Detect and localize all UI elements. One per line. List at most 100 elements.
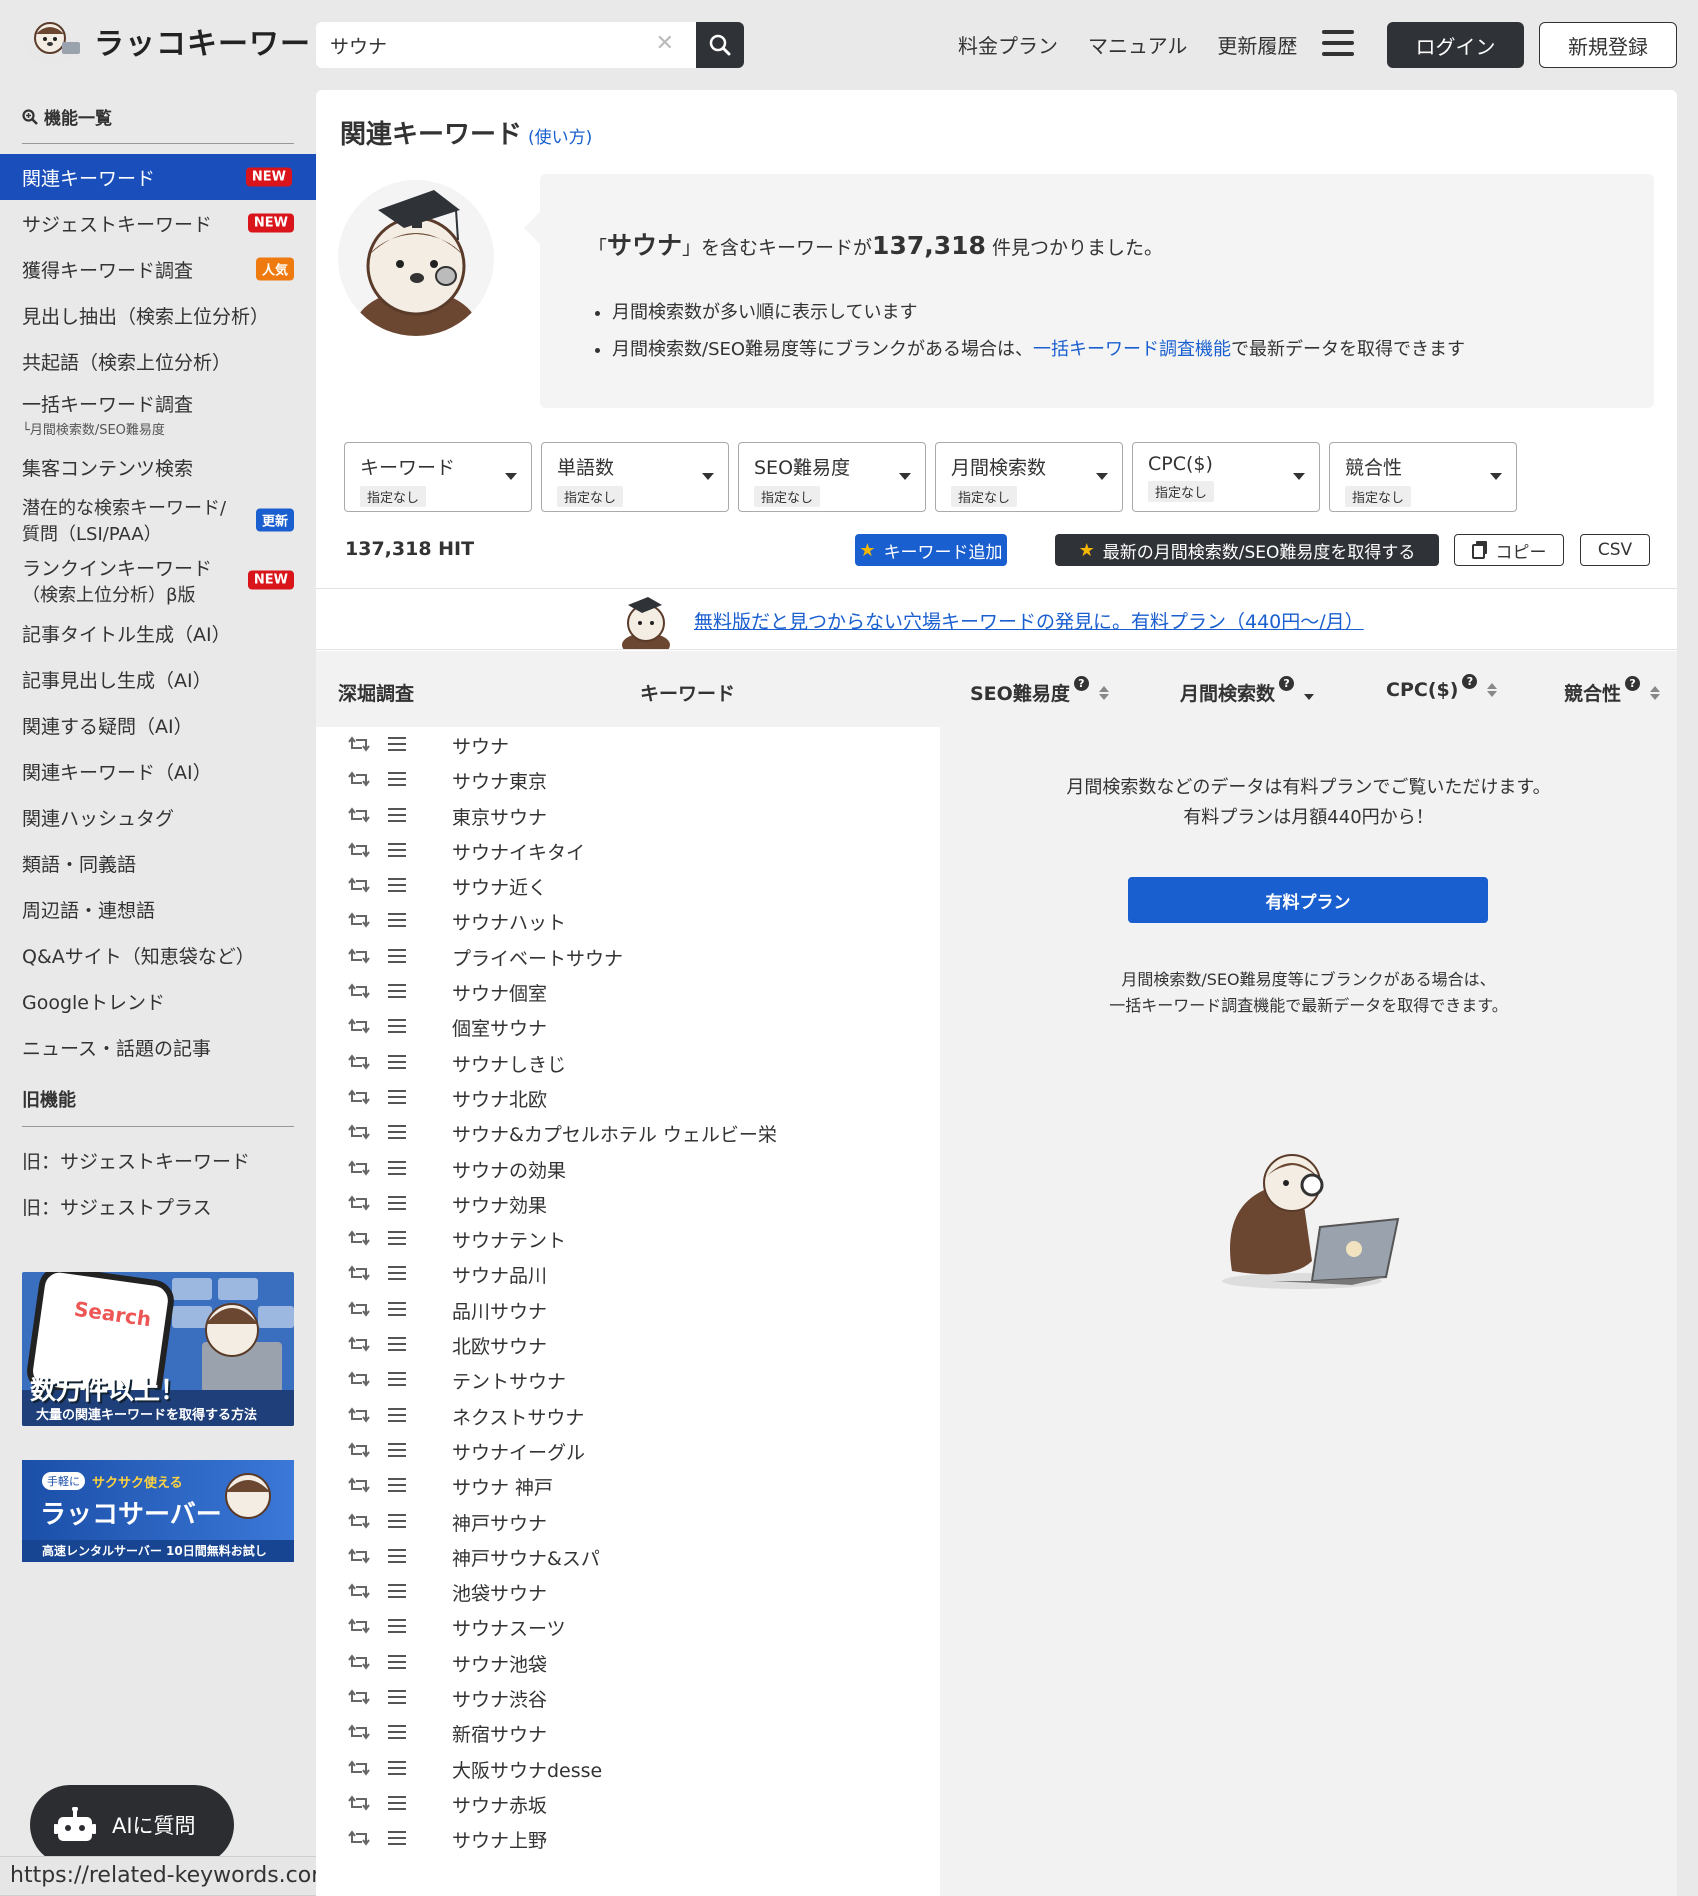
sidebar-item-associations[interactable]: 周辺語・連想語 <box>0 886 316 932</box>
filter-cpc[interactable]: CPC($) 指定なし <box>1132 442 1320 512</box>
column-cpc[interactable]: CPC($)? <box>1386 673 1498 701</box>
sidebar-item-bulk-keywords[interactable]: 一括キーワード調査 └月間検索数/SEO難易度 <box>0 384 316 444</box>
list-menu-icon[interactable] <box>388 1830 406 1850</box>
help-icon[interactable]: ? <box>1073 676 1089 691</box>
sidebar-item-heading-ai[interactable]: 記事見出し生成（AI） <box>0 656 316 702</box>
howto-link[interactable]: (使い方) <box>528 128 592 148</box>
list-menu-icon[interactable] <box>388 1442 406 1462</box>
keyword-text[interactable]: サウナ近く <box>452 873 547 900</box>
keyword-text[interactable]: サウナハット <box>452 908 566 935</box>
hamburger-menu-icon[interactable] <box>1322 30 1354 58</box>
sidebar-item-content-search[interactable]: 集客コンテンツ検索 <box>0 444 316 490</box>
list-menu-icon[interactable] <box>388 1689 406 1709</box>
filter-seo-difficulty[interactable]: SEO難易度 指定なし <box>738 442 926 512</box>
keyword-text[interactable]: サウナ上野 <box>452 1826 547 1853</box>
dig-refresh-icon[interactable] <box>348 1442 370 1462</box>
sidebar-item-related-ai[interactable]: 関連キーワード（AI） <box>0 748 316 794</box>
keyword-text[interactable]: 神戸サウナ <box>452 1509 547 1536</box>
sort-icon[interactable] <box>1487 683 1498 697</box>
help-icon[interactable]: ? <box>1462 673 1478 689</box>
keyword-text[interactable]: サウナ池袋 <box>452 1650 547 1677</box>
sidebar-item-rankin-keywords[interactable]: ランクインキーワード （検索上位分析）β版 NEW <box>0 550 316 610</box>
dig-refresh-icon[interactable] <box>348 1689 370 1709</box>
dig-refresh-icon[interactable] <box>348 1548 370 1568</box>
list-menu-icon[interactable] <box>388 1195 406 1215</box>
list-menu-icon[interactable] <box>388 877 406 897</box>
nav-pricing[interactable]: 料金プラン <box>958 30 1058 59</box>
dig-refresh-icon[interactable] <box>348 877 370 897</box>
list-menu-icon[interactable] <box>388 1160 406 1180</box>
keyword-text[interactable]: サウナ渋谷 <box>452 1685 547 1712</box>
dig-refresh-icon[interactable] <box>348 842 370 862</box>
keyword-text[interactable]: 個室サウナ <box>452 1014 547 1041</box>
list-menu-icon[interactable] <box>388 1407 406 1427</box>
sidebar-item-lsi-paa[interactable]: 潜在的な検索キーワード/質問（LSI/PAA） 更新 <box>0 490 316 550</box>
sidebar-item-google-trends[interactable]: Googleトレンド <box>0 978 316 1024</box>
login-button[interactable]: ログイン <box>1387 22 1524 68</box>
column-seo-difficulty[interactable]: SEO難易度? <box>970 676 1109 706</box>
sidebar-item-synonyms[interactable]: 類語・同義語 <box>0 840 316 886</box>
list-menu-icon[interactable] <box>388 1477 406 1497</box>
list-menu-icon[interactable] <box>388 1371 406 1391</box>
sidebar-item-acquired-keywords[interactable]: 獲得キーワード調査 人気 <box>0 246 316 292</box>
clear-icon[interactable]: ✕ <box>656 31 674 56</box>
sort-icon[interactable] <box>1098 685 1109 700</box>
dig-refresh-icon[interactable] <box>348 1265 370 1285</box>
dig-refresh-icon[interactable] <box>348 1159 370 1180</box>
nav-changelog[interactable]: 更新履歴 <box>1217 30 1297 59</box>
list-menu-icon[interactable] <box>388 1301 406 1321</box>
sort-desc-icon[interactable] <box>1304 686 1315 700</box>
dig-refresh-icon[interactable] <box>348 806 370 827</box>
keyword-text[interactable]: サウナ&カプセルホテル ウェルビー栄 <box>452 1120 777 1147</box>
dig-refresh-icon[interactable] <box>348 1759 370 1780</box>
dig-refresh-icon[interactable] <box>348 1406 370 1427</box>
keyword-text[interactable]: 池袋サウナ <box>452 1579 547 1606</box>
list-menu-icon[interactable] <box>388 842 406 862</box>
sidebar-item-news[interactable]: ニュース・話題の記事 <box>0 1024 316 1070</box>
help-icon[interactable]: ? <box>1279 676 1295 691</box>
dig-refresh-icon[interactable] <box>348 1124 370 1144</box>
list-menu-icon[interactable] <box>388 1336 406 1356</box>
filter-competition[interactable]: 競合性 指定なし <box>1329 442 1517 512</box>
add-keyword-button[interactable]: ★ キーワード追加 <box>855 534 1007 566</box>
sort-icon[interactable] <box>1650 685 1661 700</box>
dig-refresh-icon[interactable] <box>348 1830 370 1850</box>
sidebar-item-questions-ai[interactable]: 関連する疑問（AI） <box>0 702 316 748</box>
keyword-text[interactable]: サウナ 神戸 <box>452 1473 553 1500</box>
dig-refresh-icon[interactable] <box>348 1195 370 1215</box>
keyword-text[interactable]: サウナしきじ <box>452 1050 566 1077</box>
sidebar-item-old-suggest[interactable]: 旧：サジェストキーワード <box>0 1137 316 1183</box>
keyword-text[interactable]: サウナ品川 <box>452 1261 547 1288</box>
keyword-text[interactable]: 大阪サウナdesse <box>452 1756 602 1783</box>
list-menu-icon[interactable] <box>388 1583 406 1603</box>
dig-refresh-icon[interactable] <box>348 1583 370 1603</box>
list-menu-icon[interactable] <box>388 912 406 932</box>
filter-word-count[interactable]: 単語数 指定なし <box>541 442 729 512</box>
dig-refresh-icon[interactable] <box>348 771 370 791</box>
list-menu-icon[interactable] <box>388 948 406 968</box>
get-latest-data-button[interactable]: ★ 最新の月間検索数/SEO難易度を取得する <box>1055 534 1439 566</box>
logo[interactable]: ラッコキーワード <box>22 18 342 64</box>
bulk-keyword-link[interactable]: 一括キーワード調査機能 <box>1033 339 1231 360</box>
dig-refresh-icon[interactable] <box>348 1512 370 1533</box>
bulk-keywords-banner[interactable]: Search 数万件以上！ 大量の関連キーワードを取得する方法 <box>22 1272 294 1426</box>
dig-refresh-icon[interactable] <box>348 912 370 932</box>
keyword-text[interactable]: サウナの効果 <box>452 1156 566 1183</box>
dig-refresh-icon[interactable] <box>348 1089 370 1109</box>
keyword-text[interactable]: サウナスーツ <box>452 1614 566 1641</box>
list-menu-icon[interactable] <box>388 1265 406 1285</box>
list-menu-icon[interactable] <box>388 771 406 791</box>
dig-refresh-icon[interactable] <box>348 1336 370 1356</box>
keyword-text[interactable]: 品川サウナ <box>452 1297 547 1324</box>
sidebar-item-related-keywords[interactable]: 関連キーワード NEW <box>0 154 316 200</box>
sidebar-item-heading-extract[interactable]: 見出し抽出（検索上位分析） <box>0 292 316 338</box>
sidebar-item-cooccurrence[interactable]: 共起語（検索上位分析） <box>0 338 316 384</box>
rakko-server-banner[interactable]: 手軽に サクサク使える ラッコサーバー 高速レンタルサーバー 10日間無料お試し <box>22 1460 294 1562</box>
keyword-text[interactable]: サウナ東京 <box>452 767 547 794</box>
paid-plan-button[interactable]: 有料プラン <box>1128 877 1488 923</box>
paid-plan-link[interactable]: 無料版だと見つからない穴場キーワードの発見に。有料プラン（440円〜/月） <box>694 607 1364 634</box>
dig-refresh-icon[interactable] <box>348 1301 370 1321</box>
dig-refresh-icon[interactable] <box>348 1618 370 1638</box>
csv-button[interactable]: CSV <box>1580 534 1650 566</box>
dig-refresh-icon[interactable] <box>348 1371 370 1391</box>
